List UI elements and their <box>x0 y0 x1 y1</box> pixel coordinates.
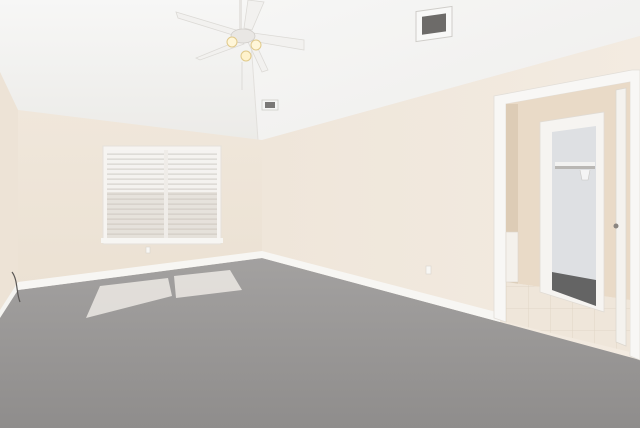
fan-light-3 <box>240 50 252 62</box>
closet-rod <box>555 166 595 169</box>
air-vent-large <box>415 5 453 43</box>
door-knob <box>613 223 619 229</box>
outlet-back-wall <box>145 246 151 254</box>
fan-light-1 <box>226 36 238 48</box>
bathroom-vanity-edge <box>505 231 519 283</box>
outlet-right-wall <box>425 265 432 275</box>
open-door <box>615 87 627 347</box>
bedroom-photo <box>0 0 640 428</box>
closet-shelf <box>555 162 595 166</box>
window <box>101 145 223 245</box>
air-vent-small <box>261 99 279 111</box>
doorway <box>493 69 640 361</box>
fan-light-2 <box>250 39 262 51</box>
room-illustration <box>0 0 640 428</box>
